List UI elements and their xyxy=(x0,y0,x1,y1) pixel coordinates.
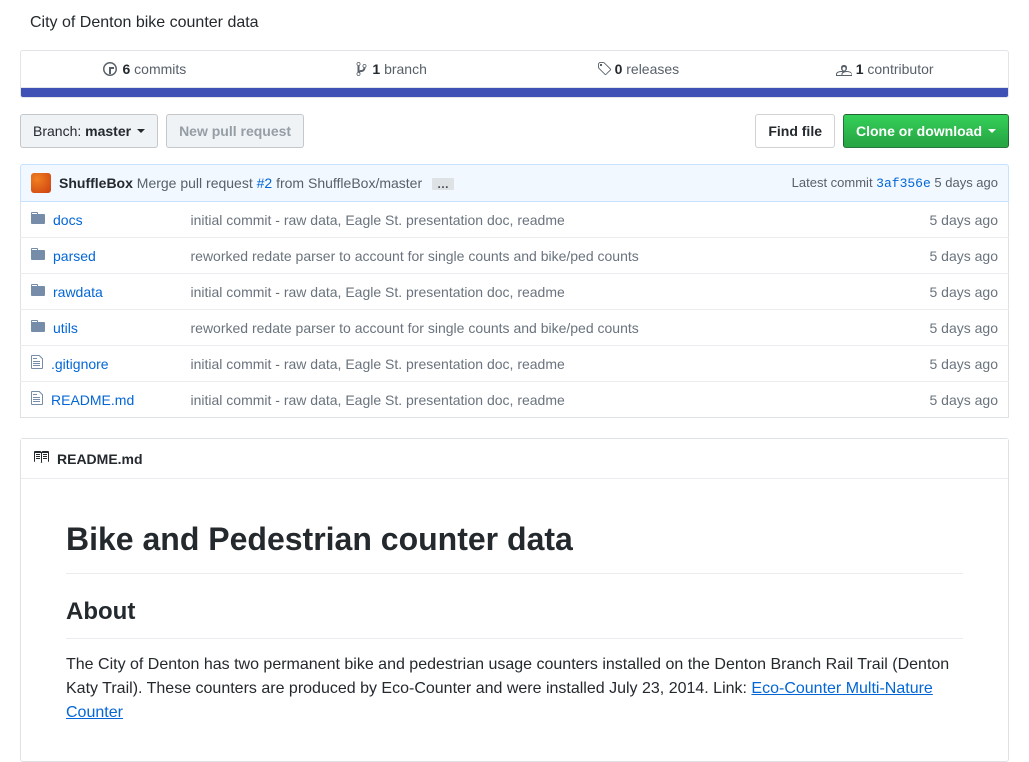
new-pull-request-button[interactable]: New pull request xyxy=(166,114,304,148)
commits-count: 6 xyxy=(122,61,130,77)
commit-sha[interactable]: 3af356e xyxy=(876,176,931,191)
commit-message-a: Merge pull request xyxy=(137,175,257,191)
commit-author[interactable]: ShuffleBox xyxy=(59,175,133,191)
readme-box: README.md Bike and Pedestrian counter da… xyxy=(20,438,1009,762)
file-link[interactable]: docs xyxy=(53,212,83,228)
caret-down-icon xyxy=(137,129,145,133)
file-age: 5 days ago xyxy=(889,238,1009,274)
stats-bar: 6 commits 1 branch 0 releases 1 contribu… xyxy=(20,50,1009,88)
find-file-button[interactable]: Find file xyxy=(755,114,835,148)
file-age: 5 days ago xyxy=(889,310,1009,346)
table-row: utils reworked redate parser to account f… xyxy=(21,310,1009,346)
table-row: docs initial commit - raw data, Eagle St.… xyxy=(21,202,1009,238)
file-link[interactable]: parsed xyxy=(53,248,96,264)
contributors-count: 1 xyxy=(856,61,864,77)
file-link[interactable]: utils xyxy=(53,320,78,336)
avatar[interactable] xyxy=(31,173,51,193)
readme-body: Bike and Pedestrian counter data About T… xyxy=(21,479,1008,761)
file-commit-msg[interactable]: initial commit - raw data, Eagle St. pre… xyxy=(181,346,889,382)
file-link[interactable]: rawdata xyxy=(53,284,103,300)
commits-stat[interactable]: 6 commits xyxy=(21,51,268,87)
readme-header: README.md xyxy=(21,439,1008,479)
file-commit-msg[interactable]: reworked redate parser to account for si… xyxy=(181,310,889,346)
book-icon xyxy=(33,449,49,468)
contributors-label: contributor xyxy=(867,61,933,77)
file-icon xyxy=(31,390,43,409)
clone-download-label: Clone or download xyxy=(856,121,982,141)
readme-filename: README.md xyxy=(57,451,143,467)
table-row: parsed reworked redate parser to account … xyxy=(21,238,1009,274)
branch-prefix: Branch: xyxy=(33,121,81,141)
releases-label: releases xyxy=(626,61,679,77)
history-icon xyxy=(102,61,118,77)
latest-commit-prefix: Latest commit xyxy=(792,175,877,190)
commit-message-b: from ShuffleBox/master xyxy=(272,175,422,191)
file-commit-msg[interactable]: initial commit - raw data, Eagle St. pre… xyxy=(181,202,889,238)
latest-commit-row: ShuffleBox Merge pull request #2 from Sh… xyxy=(20,164,1009,202)
table-row: rawdata initial commit - raw data, Eagle … xyxy=(21,274,1009,310)
branches-label: branch xyxy=(384,61,427,77)
file-age: 5 days ago xyxy=(889,202,1009,238)
releases-stat[interactable]: 0 releases xyxy=(515,51,762,87)
branches-stat[interactable]: 1 branch xyxy=(268,51,515,87)
branch-icon xyxy=(355,61,368,77)
file-link[interactable]: .gitignore xyxy=(51,356,109,372)
commit-age: 5 days ago xyxy=(931,175,998,190)
table-row: README.md initial commit - raw data, Eagl… xyxy=(21,382,1009,418)
file-age: 5 days ago xyxy=(889,346,1009,382)
commits-label: commits xyxy=(134,61,186,77)
commit-pr-link[interactable]: #2 xyxy=(257,175,273,191)
expand-commit-button[interactable]: … xyxy=(432,178,454,190)
caret-down-icon xyxy=(988,129,996,133)
readme-h1: Bike and Pedestrian counter data xyxy=(66,515,963,574)
tag-icon xyxy=(597,61,611,77)
clone-download-button[interactable]: Clone or download xyxy=(843,114,1009,148)
people-icon xyxy=(836,61,852,77)
language-bar[interactable] xyxy=(20,88,1009,98)
file-link[interactable]: README.md xyxy=(51,392,134,408)
folder-icon xyxy=(31,210,45,229)
branch-name: master xyxy=(85,121,131,141)
repo-toolbar: Branch: master New pull request Find fil… xyxy=(20,114,1009,148)
folder-icon xyxy=(31,246,45,265)
file-listing: docs initial commit - raw data, Eagle St.… xyxy=(20,202,1009,418)
file-commit-msg[interactable]: reworked redate parser to account for si… xyxy=(181,238,889,274)
file-age: 5 days ago xyxy=(889,382,1009,418)
file-age: 5 days ago xyxy=(889,274,1009,310)
folder-icon xyxy=(31,318,45,337)
readme-h2: About xyxy=(66,594,963,639)
table-row: .gitignore initial commit - raw data, Eag… xyxy=(21,346,1009,382)
file-commit-msg[interactable]: initial commit - raw data, Eagle St. pre… xyxy=(181,274,889,310)
file-icon xyxy=(31,354,43,373)
folder-icon xyxy=(31,282,45,301)
releases-count: 0 xyxy=(615,61,623,77)
branch-select-button[interactable]: Branch: master xyxy=(20,114,158,148)
contributors-stat[interactable]: 1 contributor xyxy=(761,51,1008,87)
branches-count: 1 xyxy=(372,61,380,77)
repo-description: City of Denton bike counter data xyxy=(30,14,999,32)
file-commit-msg[interactable]: initial commit - raw data, Eagle St. pre… xyxy=(181,382,889,418)
